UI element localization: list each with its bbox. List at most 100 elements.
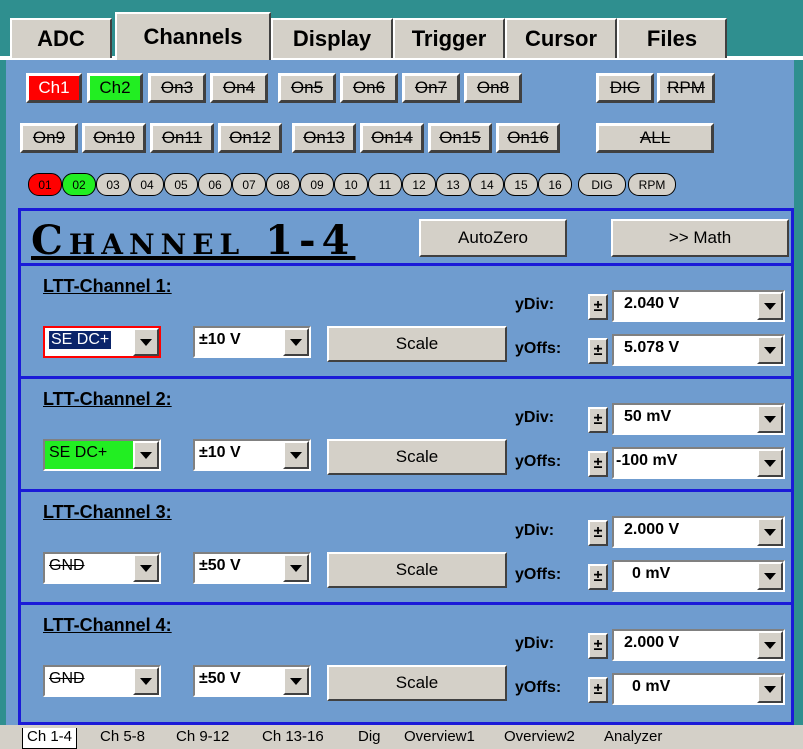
coupling-select-2[interactable]: SE DC+: [43, 439, 161, 471]
pill-10[interactable]: 10: [334, 173, 368, 196]
range-select-1[interactable]: ±10 V: [193, 326, 311, 358]
chevron-down-icon[interactable]: [757, 562, 783, 590]
chevron-down-icon[interactable]: [133, 441, 159, 469]
yoffs-pm-button-3[interactable]: ±: [588, 564, 608, 590]
chevron-down-icon[interactable]: [283, 667, 309, 695]
ch5-button[interactable]: On5: [278, 73, 336, 103]
yoffs-pm-button-2[interactable]: ±: [588, 451, 608, 477]
ch13-button[interactable]: On13: [292, 123, 356, 153]
ch1-button[interactable]: Ch1: [26, 73, 82, 103]
tab-display[interactable]: Display: [271, 18, 393, 58]
pill-08[interactable]: 08: [266, 173, 300, 196]
yoffs-select-3[interactable]: 0 mV: [612, 560, 785, 592]
pill-12[interactable]: 12: [402, 173, 436, 196]
range-select-3[interactable]: ±50 V: [193, 552, 311, 584]
yoffs-pm-button-4[interactable]: ±: [588, 677, 608, 703]
tab-overview1[interactable]: Overview1: [400, 728, 479, 748]
tab-files[interactable]: Files: [617, 18, 727, 58]
tab-channels[interactable]: Channels: [115, 12, 271, 60]
chevron-down-icon[interactable]: [133, 667, 159, 695]
pill-11[interactable]: 11: [368, 173, 402, 196]
chevron-down-icon[interactable]: [757, 292, 783, 320]
chevron-down-icon[interactable]: [757, 405, 783, 433]
math-button[interactable]: >> Math: [611, 219, 789, 257]
pill-01[interactable]: 01: [28, 173, 62, 196]
pill-03[interactable]: 03: [96, 173, 130, 196]
ydiv-select-2[interactable]: 50 mV: [612, 403, 785, 435]
pill-rpm[interactable]: RPM: [628, 173, 676, 196]
ydiv-select-3[interactable]: 2.000 V: [612, 516, 785, 548]
ch11-button[interactable]: On11: [150, 123, 214, 153]
ch10-button[interactable]: On10: [82, 123, 146, 153]
ydiv-select-4[interactable]: 2.000 V: [612, 629, 785, 661]
scale-button-3[interactable]: Scale: [327, 552, 507, 588]
coupling-select-3[interactable]: GND: [43, 552, 161, 584]
chevron-down-icon[interactable]: [133, 328, 159, 356]
pill-13[interactable]: 13: [436, 173, 470, 196]
dig-button[interactable]: DIG: [596, 73, 654, 103]
pill-02[interactable]: 02: [62, 173, 96, 196]
ch16-button[interactable]: On16: [496, 123, 560, 153]
ydiv-pm-button-3[interactable]: ±: [588, 520, 608, 546]
ch8-button[interactable]: On8: [464, 73, 522, 103]
chevron-down-icon[interactable]: [757, 449, 783, 477]
pill-15[interactable]: 15: [504, 173, 538, 196]
pill-07[interactable]: 07: [232, 173, 266, 196]
ch9-button[interactable]: On9: [20, 123, 78, 153]
ch15-button[interactable]: On15: [428, 123, 492, 153]
coupling-select-4[interactable]: GND: [43, 665, 161, 697]
ydiv-pm-button-1[interactable]: ±: [588, 294, 608, 320]
tab-ch-1-4[interactable]: Ch 1-4: [22, 728, 78, 749]
ydiv-select-1[interactable]: 2.040 V: [612, 290, 785, 322]
ch12-button[interactable]: On12: [218, 123, 282, 153]
coupling-select-1[interactable]: SE DC+: [43, 326, 161, 358]
pill-05[interactable]: 05: [164, 173, 198, 196]
chevron-down-icon[interactable]: [283, 328, 309, 356]
pill-14[interactable]: 14: [470, 173, 504, 196]
ch7-button[interactable]: On7: [402, 73, 460, 103]
pill-06[interactable]: 06: [198, 173, 232, 196]
chevron-down-icon[interactable]: [283, 441, 309, 469]
yoffs-pm-button-1[interactable]: ±: [588, 338, 608, 364]
ch3-button[interactable]: On3: [148, 73, 206, 103]
scale-button-4[interactable]: Scale: [327, 665, 507, 701]
range-select-2[interactable]: ±10 V: [193, 439, 311, 471]
ch4-button[interactable]: On4: [210, 73, 268, 103]
tab-cursor[interactable]: Cursor: [505, 18, 617, 58]
tab-overview2[interactable]: Overview2: [500, 728, 579, 748]
ydiv-label: yDiv:: [515, 635, 555, 652]
ydiv-pm-button-4[interactable]: ±: [588, 633, 608, 659]
tab-trigger[interactable]: Trigger: [393, 18, 505, 58]
pill-dig[interactable]: DIG: [578, 173, 626, 196]
autozero-button[interactable]: AutoZero: [419, 219, 567, 257]
pill-04[interactable]: 04: [130, 173, 164, 196]
ch6-button[interactable]: On6: [340, 73, 398, 103]
chevron-down-icon[interactable]: [283, 554, 309, 582]
pill-09[interactable]: 09: [300, 173, 334, 196]
tab-ch-13-16[interactable]: Ch 13-16: [258, 728, 328, 748]
all-button[interactable]: ALL: [596, 123, 714, 153]
ch14-button[interactable]: On14: [360, 123, 424, 153]
tab-analyzer[interactable]: Analyzer: [600, 728, 666, 748]
ch2-button[interactable]: Ch2: [87, 73, 143, 103]
yoffs-select-2[interactable]: -100 mV: [612, 447, 785, 479]
chevron-down-icon[interactable]: [757, 518, 783, 546]
chevron-down-icon[interactable]: [757, 675, 783, 703]
tab-adc[interactable]: ADC: [10, 18, 112, 58]
scale-button-2[interactable]: Scale: [327, 439, 507, 475]
ydiv-pm-button-2[interactable]: ±: [588, 407, 608, 433]
yoffs-select-4[interactable]: 0 mV: [612, 673, 785, 705]
pill-16[interactable]: 16: [538, 173, 572, 196]
tab-ch-5-8[interactable]: Ch 5-8: [96, 728, 149, 748]
yoffs-select-1[interactable]: 5.078 V: [612, 334, 785, 366]
app-window: ADC Channels Display Trigger Cursor File…: [0, 0, 803, 749]
tab-ch-9-12[interactable]: Ch 9-12: [172, 728, 233, 748]
rpm-button[interactable]: RPM: [657, 73, 715, 103]
range-select-4[interactable]: ±50 V: [193, 665, 311, 697]
scale-button-1[interactable]: Scale: [327, 326, 507, 362]
chevron-down-icon[interactable]: [757, 631, 783, 659]
tab-dig[interactable]: Dig: [354, 728, 385, 748]
yoffs-label: yOffs:: [515, 340, 562, 357]
chevron-down-icon[interactable]: [757, 336, 783, 364]
chevron-down-icon[interactable]: [133, 554, 159, 582]
